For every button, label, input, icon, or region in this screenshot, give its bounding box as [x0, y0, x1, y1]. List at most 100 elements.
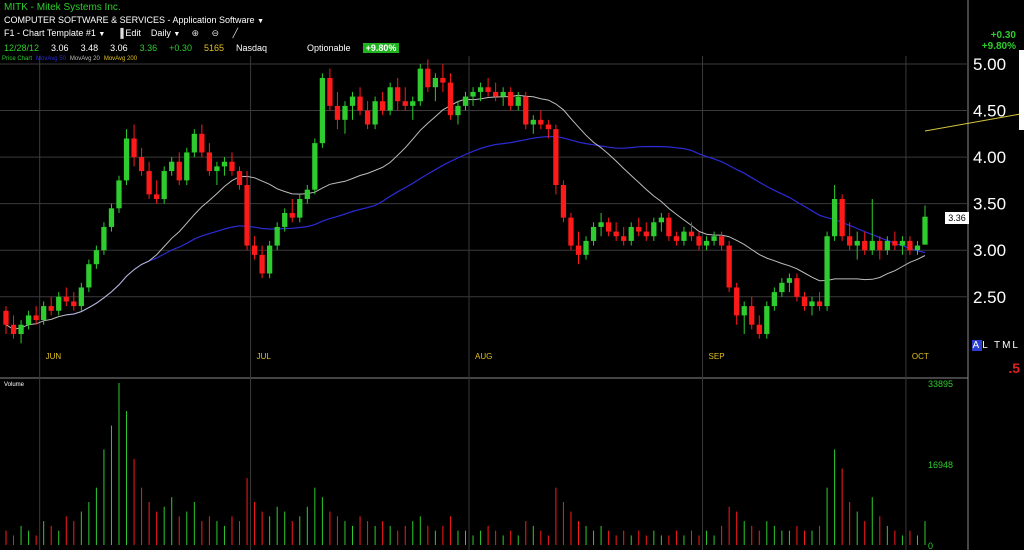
- candle-body: [598, 222, 604, 227]
- candle-body: [530, 119, 536, 125]
- candle-body: [681, 231, 687, 241]
- candle-body: [477, 87, 484, 92]
- candle-body: [651, 222, 657, 237]
- volume-tick-label: 0: [928, 541, 933, 550]
- candle-body: [33, 315, 39, 321]
- candle-body: [56, 296, 62, 311]
- candle-body: [229, 161, 235, 172]
- candle-body: [718, 236, 725, 246]
- month-label: AUG: [475, 352, 492, 361]
- candle-body: [236, 171, 243, 186]
- candle-body: [116, 180, 122, 209]
- candle-body: [553, 129, 559, 186]
- red-indicator: .5: [1008, 360, 1020, 376]
- candle-body: [417, 68, 423, 102]
- candle-body: [78, 287, 84, 307]
- candle-body: [154, 194, 160, 199]
- candle-body: [319, 77, 326, 144]
- candle-body: [899, 240, 906, 246]
- candle-body: [357, 96, 363, 111]
- candle-body: [575, 245, 582, 255]
- candle-body: [922, 216, 928, 245]
- candle-body: [93, 250, 100, 265]
- candle-body: [696, 236, 702, 246]
- candle-body: [688, 231, 695, 237]
- y-tick-label: 4.00: [973, 148, 1006, 167]
- candle-body: [18, 324, 24, 335]
- candle-body: [364, 110, 371, 125]
- candle-body: [500, 91, 506, 97]
- candle-body: [41, 306, 47, 321]
- candle-body: [508, 91, 514, 106]
- candle-body: [831, 199, 838, 237]
- candle-body: [169, 161, 175, 172]
- y-tick-label: 3.00: [973, 241, 1006, 260]
- candle-body: [440, 77, 446, 83]
- al-tml-badge[interactable]: AL TML: [971, 340, 1020, 351]
- y-tick-label: 5.00: [973, 55, 1006, 74]
- candle-body: [658, 217, 664, 223]
- price-chart[interactable]: 5.004.504.003.503.002.50JUNJULAUGSEPOCTN…: [0, 0, 1024, 550]
- candle-body: [251, 245, 258, 255]
- candle-body: [892, 240, 898, 246]
- candle-body: [108, 208, 115, 227]
- candle-body: [274, 226, 280, 246]
- al-badge-rest: L TML: [982, 340, 1020, 351]
- candle-body: [455, 105, 461, 116]
- ma20-line: [5, 94, 926, 330]
- candle-body: [515, 96, 521, 106]
- candle-body: [395, 87, 401, 102]
- candle-body: [289, 212, 295, 218]
- candle-body: [71, 301, 77, 307]
- candle-body: [214, 166, 220, 172]
- candle-body: [809, 301, 815, 307]
- candle-body: [485, 87, 491, 92]
- candle-body: [756, 324, 762, 335]
- candle-body: [877, 240, 883, 251]
- candle-body: [621, 236, 627, 241]
- candle-body: [282, 212, 288, 227]
- candle-body: [613, 231, 619, 237]
- candle-body: [703, 240, 710, 246]
- candle-body: [184, 152, 190, 181]
- volume-label: Volume: [4, 382, 25, 388]
- candle-body: [847, 236, 853, 246]
- candle-body: [259, 254, 265, 274]
- candle-body: [123, 138, 130, 181]
- scrollbar[interactable]: [1019, 50, 1024, 130]
- candle-body: [63, 296, 69, 302]
- candle-body: [462, 96, 469, 106]
- candle-body: [907, 240, 913, 251]
- candle-body: [312, 143, 318, 190]
- candle-body: [643, 231, 649, 237]
- month-label: SEP: [709, 352, 725, 361]
- candle-body: [636, 226, 642, 232]
- candle-body: [206, 152, 213, 172]
- candle-body: [131, 138, 137, 158]
- last-price-tag: 3.36: [945, 212, 969, 224]
- candle-body: [673, 236, 680, 241]
- candle-body: [545, 124, 551, 130]
- candle-body: [138, 157, 145, 172]
- candle-body: [824, 236, 830, 307]
- candle-body: [349, 96, 356, 106]
- candle-body: [560, 185, 567, 218]
- candle-body: [794, 278, 800, 297]
- candle-body: [432, 77, 439, 88]
- candle-body: [854, 240, 860, 246]
- candle-body: [839, 199, 845, 237]
- candle-body: [583, 240, 589, 255]
- candle-body: [402, 101, 408, 106]
- candle-body: [914, 245, 921, 251]
- candle-body: [741, 306, 747, 316]
- candle-body: [101, 226, 107, 251]
- al-badge-a: A: [971, 340, 983, 351]
- candle-body: [816, 301, 823, 307]
- candle-body: [410, 101, 416, 106]
- candle-body: [86, 264, 92, 288]
- candle-body: [267, 245, 273, 274]
- candle-body: [734, 287, 740, 316]
- candle-body: [801, 296, 808, 307]
- candle-body: [447, 82, 454, 116]
- candle-body: [176, 161, 182, 181]
